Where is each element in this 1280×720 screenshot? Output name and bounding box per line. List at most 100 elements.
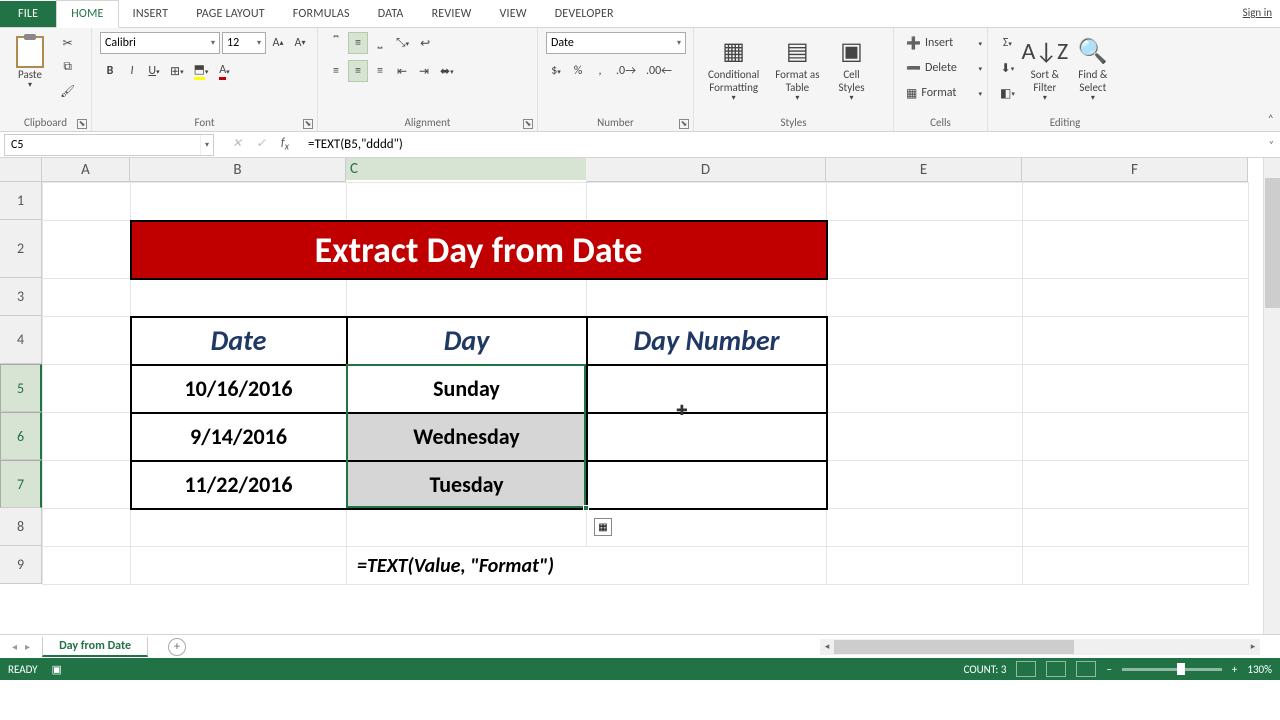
cell-c5[interactable]: Sunday (347, 365, 587, 413)
chevron-down-icon[interactable]: ▾ (200, 135, 213, 155)
shrink-font-button[interactable]: A▾ (290, 32, 310, 54)
align-left-button[interactable]: ≡ (326, 60, 346, 82)
tab-insert[interactable]: INSERT (119, 1, 183, 27)
grow-font-button[interactable]: A▴ (268, 32, 288, 54)
tab-page-layout[interactable]: PAGE LAYOUT (182, 1, 279, 27)
cells-table[interactable]: Extract Day from Date Date Day Day Numbe… (42, 182, 1249, 585)
header-daynum[interactable]: Day Number (587, 317, 827, 365)
fill-handle[interactable] (583, 505, 589, 511)
font-size-select[interactable]: 12▾ (222, 32, 266, 54)
insert-cells-button[interactable]: ➕ Insert ▾ (902, 32, 986, 54)
autosum-button[interactable]: Σ▾ (996, 32, 1019, 54)
bold-button[interactable]: B (100, 60, 120, 82)
align-right-button[interactable]: ≡ (370, 60, 390, 82)
row-header-4[interactable]: 4 (0, 316, 42, 364)
formula-hint-cell[interactable]: =TEXT(Value, "Format") (347, 547, 827, 585)
tab-data[interactable]: DATA (364, 1, 418, 27)
row-header-9[interactable]: 9 (0, 546, 42, 584)
cell-d6[interactable] (587, 413, 827, 461)
currency-button[interactable]: $▾ (546, 60, 566, 82)
cell-styles-button[interactable]: ▣Cell Styles▾ (830, 32, 874, 108)
underline-button[interactable]: U▾ (144, 60, 164, 82)
header-day[interactable]: Day (347, 317, 587, 365)
col-header-c[interactable]: C (346, 158, 586, 180)
macro-record-icon[interactable]: ▣ (52, 663, 62, 676)
tab-home[interactable]: HOME (56, 0, 118, 28)
page-layout-view-button[interactable] (1046, 661, 1066, 677)
header-date[interactable]: Date (131, 317, 347, 365)
row-header-2[interactable]: 2 (0, 220, 42, 278)
col-header-b[interactable]: B (130, 158, 346, 182)
align-middle-button[interactable]: ≡ (348, 32, 368, 54)
increase-decimal-button[interactable]: .0→ (612, 60, 640, 82)
cell-d7[interactable] (587, 461, 827, 509)
cut-button[interactable]: ✂ (56, 32, 79, 54)
select-all-corner[interactable] (0, 158, 42, 182)
conditional-formatting-button[interactable]: ▦Conditional Formatting▾ (702, 32, 765, 108)
dialog-launcher-icon[interactable]: ⬊ (77, 119, 87, 129)
align-center-button[interactable]: ≡ (348, 60, 368, 82)
zoom-slider[interactable] (1122, 668, 1222, 671)
dialog-launcher-icon[interactable]: ⬊ (679, 119, 689, 129)
delete-cells-button[interactable]: ➖ Delete ▾ (902, 57, 986, 79)
cell-b7[interactable]: 11/22/2016 (131, 461, 347, 509)
align-top-button[interactable]: ⎴ (326, 32, 346, 54)
comma-button[interactable]: , (590, 60, 610, 82)
vertical-scrollbar[interactable] (1263, 158, 1280, 634)
worksheet-grid[interactable]: A B C D E F 1 2 3 4 5 6 7 8 9 Extract Da… (0, 158, 1280, 634)
sheet-nav-next[interactable]: ▸ (25, 640, 30, 653)
zoom-out-button[interactable]: − (1106, 663, 1111, 676)
normal-view-button[interactable] (1016, 661, 1036, 677)
cell-b6[interactable]: 9/14/2016 (131, 413, 347, 461)
col-header-f[interactable]: F (1022, 158, 1248, 182)
format-cells-button[interactable]: ▦ Format ▾ (902, 82, 986, 104)
row-header-5[interactable]: 5 (0, 364, 42, 412)
new-sheet-button[interactable]: + (168, 638, 186, 656)
fill-button[interactable]: ⬇▾ (996, 57, 1019, 79)
cell-c6[interactable]: Wednesday (347, 413, 587, 461)
col-header-d[interactable]: D (586, 158, 826, 182)
col-header-e[interactable]: E (826, 158, 1022, 182)
fill-color-button[interactable]: ⬒▾ (190, 60, 213, 82)
tab-file[interactable]: FILE (0, 1, 56, 27)
sheet-tab-active[interactable]: Day from Date (42, 637, 148, 657)
cell-d5[interactable] (587, 365, 827, 413)
fx-button[interactable]: fx (276, 136, 294, 152)
row-header-6[interactable]: 6 (0, 412, 42, 460)
decrease-indent-button[interactable]: ⇤ (392, 60, 412, 82)
autofill-options-button[interactable]: ▦ (594, 518, 612, 536)
name-box[interactable]: ▾ (4, 134, 214, 156)
sheet-nav-first[interactable]: ◂ (12, 640, 17, 653)
orientation-button[interactable]: ⤡▾ (392, 32, 413, 54)
title-cell[interactable]: Extract Day from Date (131, 221, 827, 279)
enter-formula-button[interactable]: ✓ (252, 136, 270, 152)
increase-indent-button[interactable]: ⇥ (414, 60, 434, 82)
paste-button[interactable]: Paste▾ (8, 32, 52, 95)
merge-center-button[interactable]: ⬌▾ (436, 60, 458, 82)
collapse-ribbon-button[interactable]: ˄ (1268, 113, 1274, 127)
cancel-formula-button[interactable]: ✕ (228, 136, 246, 152)
find-select-button[interactable]: 🔍Find & Select▾ (1071, 32, 1115, 108)
cell-c7[interactable]: Tuesday (347, 461, 587, 509)
copy-button[interactable]: ⧉ (56, 56, 79, 78)
page-break-view-button[interactable] (1076, 661, 1096, 677)
zoom-level[interactable]: 130% (1247, 663, 1272, 676)
expand-formula-bar-button[interactable]: ˅ (1263, 138, 1280, 151)
percent-button[interactable]: % (568, 60, 588, 82)
sign-in-link[interactable]: Sign in (1243, 6, 1272, 19)
formula-input[interactable] (304, 137, 1263, 152)
row-header-8[interactable]: 8 (0, 508, 42, 546)
row-header-1[interactable]: 1 (0, 182, 42, 220)
dialog-launcher-icon[interactable]: ⬊ (523, 119, 533, 129)
horizontal-scrollbar[interactable]: ◂▸ (820, 639, 1260, 655)
sort-filter-button[interactable]: A↓ZSort & Filter▾ (1023, 32, 1067, 108)
tab-view[interactable]: VIEW (486, 1, 541, 27)
align-bottom-button[interactable]: ⎵ (370, 32, 390, 54)
border-button[interactable]: ⊞▾ (166, 60, 188, 82)
dialog-launcher-icon[interactable]: ⬊ (303, 119, 313, 129)
name-box-input[interactable] (5, 138, 200, 152)
row-header-3[interactable]: 3 (0, 278, 42, 316)
italic-button[interactable]: I (122, 60, 142, 82)
format-painter-button[interactable]: 🖌 (56, 80, 79, 102)
zoom-in-button[interactable]: + (1232, 663, 1237, 676)
